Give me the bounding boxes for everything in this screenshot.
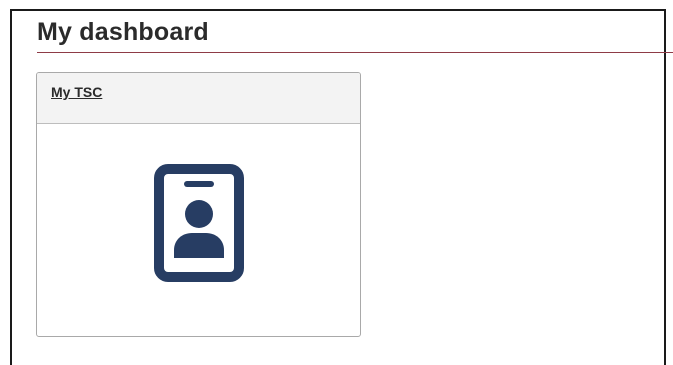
id-badge-icon[interactable] xyxy=(154,164,244,282)
tile-header: My TSC xyxy=(37,73,360,124)
my-tsc-link[interactable]: My TSC xyxy=(51,84,102,100)
page-title: My dashboard xyxy=(37,18,209,46)
tile-body[interactable] xyxy=(37,124,360,336)
title-divider xyxy=(37,52,673,53)
dashboard-tile-my-tsc: My TSC xyxy=(36,72,361,337)
